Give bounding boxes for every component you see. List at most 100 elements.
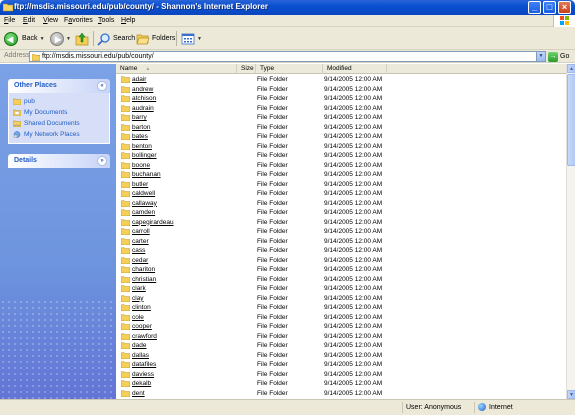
file-row[interactable]: clay File Folder 9/14/2005 12:00 AM <box>116 294 566 304</box>
file-row[interactable]: dent File Folder 9/14/2005 12:00 AM <box>116 389 566 399</box>
up-folder-button[interactable] <box>75 30 89 47</box>
forward-button[interactable]: ▶ ▼ <box>50 30 71 47</box>
file-name[interactable]: bollinger <box>132 151 157 161</box>
close-button[interactable]: × <box>558 1 571 14</box>
file-name[interactable]: atchison <box>132 94 156 104</box>
file-row[interactable]: boone File Folder 9/14/2005 12:00 AM <box>116 161 566 171</box>
file-row[interactable]: camden File Folder 9/14/2005 12:00 AM <box>116 208 566 218</box>
scroll-down-icon[interactable]: ▼ <box>567 390 575 399</box>
back-button[interactable]: ◀ Back ▼ <box>4 30 45 47</box>
file-name[interactable]: dent <box>132 389 145 399</box>
file-row[interactable]: callaway File Folder 9/14/2005 12:00 AM <box>116 199 566 209</box>
file-name[interactable]: christian <box>132 275 156 285</box>
file-row[interactable]: clark File Folder 9/14/2005 12:00 AM <box>116 284 566 294</box>
address-dropdown-icon[interactable]: ▼ <box>536 52 545 61</box>
menu-tools[interactable]: Tools <box>98 17 114 24</box>
vertical-scrollbar[interactable]: ▲ ▼ <box>566 64 575 399</box>
expand-chevron-icon[interactable]: » <box>97 156 107 166</box>
file-row[interactable]: bates File Folder 9/14/2005 12:00 AM <box>116 132 566 142</box>
file-row[interactable]: adair File Folder 9/14/2005 12:00 AM <box>116 75 566 85</box>
file-name[interactable]: audrain <box>132 104 154 114</box>
file-name[interactable]: cole <box>132 313 144 323</box>
menu-file[interactable]: File <box>4 17 15 24</box>
file-name[interactable]: caldwell <box>132 189 155 199</box>
file-row[interactable]: cooper File Folder 9/14/2005 12:00 AM <box>116 322 566 332</box>
menu-view[interactable]: View <box>43 17 58 24</box>
file-row[interactable]: cole File Folder 9/14/2005 12:00 AM <box>116 313 566 323</box>
column-header-modified[interactable]: Modified <box>323 64 387 74</box>
go-button[interactable]: → Go <box>548 51 569 62</box>
file-name[interactable]: callaway <box>132 199 157 209</box>
file-name[interactable]: buchanan <box>132 170 161 180</box>
file-name[interactable]: bates <box>132 132 148 142</box>
file-row[interactable]: audrain File Folder 9/14/2005 12:00 AM <box>116 104 566 114</box>
file-name[interactable]: cooper <box>132 322 152 332</box>
folders-button[interactable]: Folders <box>136 30 175 47</box>
menu-help[interactable]: Help <box>121 17 135 24</box>
file-row[interactable]: chariton File Folder 9/14/2005 12:00 AM <box>116 265 566 275</box>
file-name[interactable]: dade <box>132 341 146 351</box>
file-name[interactable]: dekalb <box>132 379 151 389</box>
search-button[interactable]: Search <box>97 30 135 47</box>
file-name[interactable]: cedar <box>132 256 148 266</box>
file-row[interactable]: daviess File Folder 9/14/2005 12:00 AM <box>116 370 566 380</box>
file-row[interactable]: andrew File Folder 9/14/2005 12:00 AM <box>116 85 566 95</box>
file-row[interactable]: carter File Folder 9/14/2005 12:00 AM <box>116 237 566 247</box>
file-row[interactable]: capegirardeau File Folder 9/14/2005 12:00 … <box>116 218 566 228</box>
file-name[interactable]: cass <box>132 246 145 256</box>
menu-edit[interactable]: Edit <box>23 17 35 24</box>
file-name[interactable]: barton <box>132 123 150 133</box>
file-name[interactable]: andrew <box>132 85 153 95</box>
file-row[interactable]: caldwell File Folder 9/14/2005 12:00 AM <box>116 189 566 199</box>
file-row[interactable]: datafiles File Folder 9/14/2005 12:00 AM <box>116 360 566 370</box>
address-input[interactable]: ftp://msdis.missouri.edu/pub/county/ ▼ <box>29 51 546 62</box>
place-item-my-documents[interactable]: My Documents <box>13 107 105 117</box>
file-row[interactable]: clinton File Folder 9/14/2005 12:00 AM <box>116 303 566 313</box>
file-name[interactable]: carroll <box>132 227 150 237</box>
file-row[interactable]: christian File Folder 9/14/2005 12:00 AM <box>116 275 566 285</box>
column-header-size[interactable]: Size <box>237 64 256 74</box>
file-row[interactable]: cass File Folder 9/14/2005 12:00 AM <box>116 246 566 256</box>
place-item-shared-documents[interactable]: Shared Documents <box>13 118 105 128</box>
column-header-name[interactable]: Name ▲ <box>116 64 237 74</box>
chevron-down-icon[interactable]: ▼ <box>66 36 71 42</box>
file-name[interactable]: datafiles <box>132 360 156 370</box>
file-row[interactable]: cedar File Folder 9/14/2005 12:00 AM <box>116 256 566 266</box>
file-row[interactable]: barton File Folder 9/14/2005 12:00 AM <box>116 123 566 133</box>
scroll-up-icon[interactable]: ▲ <box>567 64 575 73</box>
file-name[interactable]: chariton <box>132 265 155 275</box>
menu-favorites[interactable]: Favorites <box>64 17 93 24</box>
file-row[interactable]: benton File Folder 9/14/2005 12:00 AM <box>116 142 566 152</box>
file-row[interactable]: dallas File Folder 9/14/2005 12:00 AM <box>116 351 566 361</box>
file-row[interactable]: atchison File Folder 9/14/2005 12:00 AM <box>116 94 566 104</box>
file-row[interactable]: butler File Folder 9/14/2005 12:00 AM <box>116 180 566 190</box>
file-name[interactable]: benton <box>132 142 152 152</box>
title-bar[interactable]: ftp://msdis.missouri.edu/pub/county/ - S… <box>0 0 575 15</box>
place-item-pub[interactable]: pub <box>13 96 105 106</box>
details-header[interactable]: Details » <box>8 154 110 168</box>
place-item-my-network-places[interactable]: My Network Places <box>13 129 105 139</box>
file-row[interactable]: dade File Folder 9/14/2005 12:00 AM <box>116 341 566 351</box>
file-row[interactable]: carroll File Folder 9/14/2005 12:00 AM <box>116 227 566 237</box>
file-name[interactable]: barry <box>132 113 147 123</box>
file-row[interactable]: barry File Folder 9/14/2005 12:00 AM <box>116 113 566 123</box>
file-name[interactable]: adair <box>132 75 146 85</box>
scrollbar-thumb[interactable] <box>567 74 575 166</box>
column-header-type[interactable]: Type <box>256 64 323 74</box>
file-row[interactable]: bollinger File Folder 9/14/2005 12:00 AM <box>116 151 566 161</box>
minimize-button[interactable]: _ <box>528 1 541 14</box>
other-places-header[interactable]: Other Places « <box>8 79 110 93</box>
file-name[interactable]: daviess <box>132 370 154 380</box>
file-name[interactable]: dallas <box>132 351 149 361</box>
file-name[interactable]: crawford <box>132 332 157 342</box>
file-name[interactable]: clay <box>132 294 144 304</box>
collapse-chevron-icon[interactable]: « <box>97 81 107 91</box>
file-row[interactable]: dekalb File Folder 9/14/2005 12:00 AM <box>116 379 566 389</box>
maximize-button[interactable]: □ <box>543 1 556 14</box>
file-row[interactable]: crawford File Folder 9/14/2005 12:00 AM <box>116 332 566 342</box>
file-name[interactable]: clinton <box>132 303 151 313</box>
file-name[interactable]: butler <box>132 180 148 190</box>
file-name[interactable]: boone <box>132 161 150 171</box>
file-row[interactable]: buchanan File Folder 9/14/2005 12:00 AM <box>116 170 566 180</box>
file-name[interactable]: clark <box>132 284 146 294</box>
